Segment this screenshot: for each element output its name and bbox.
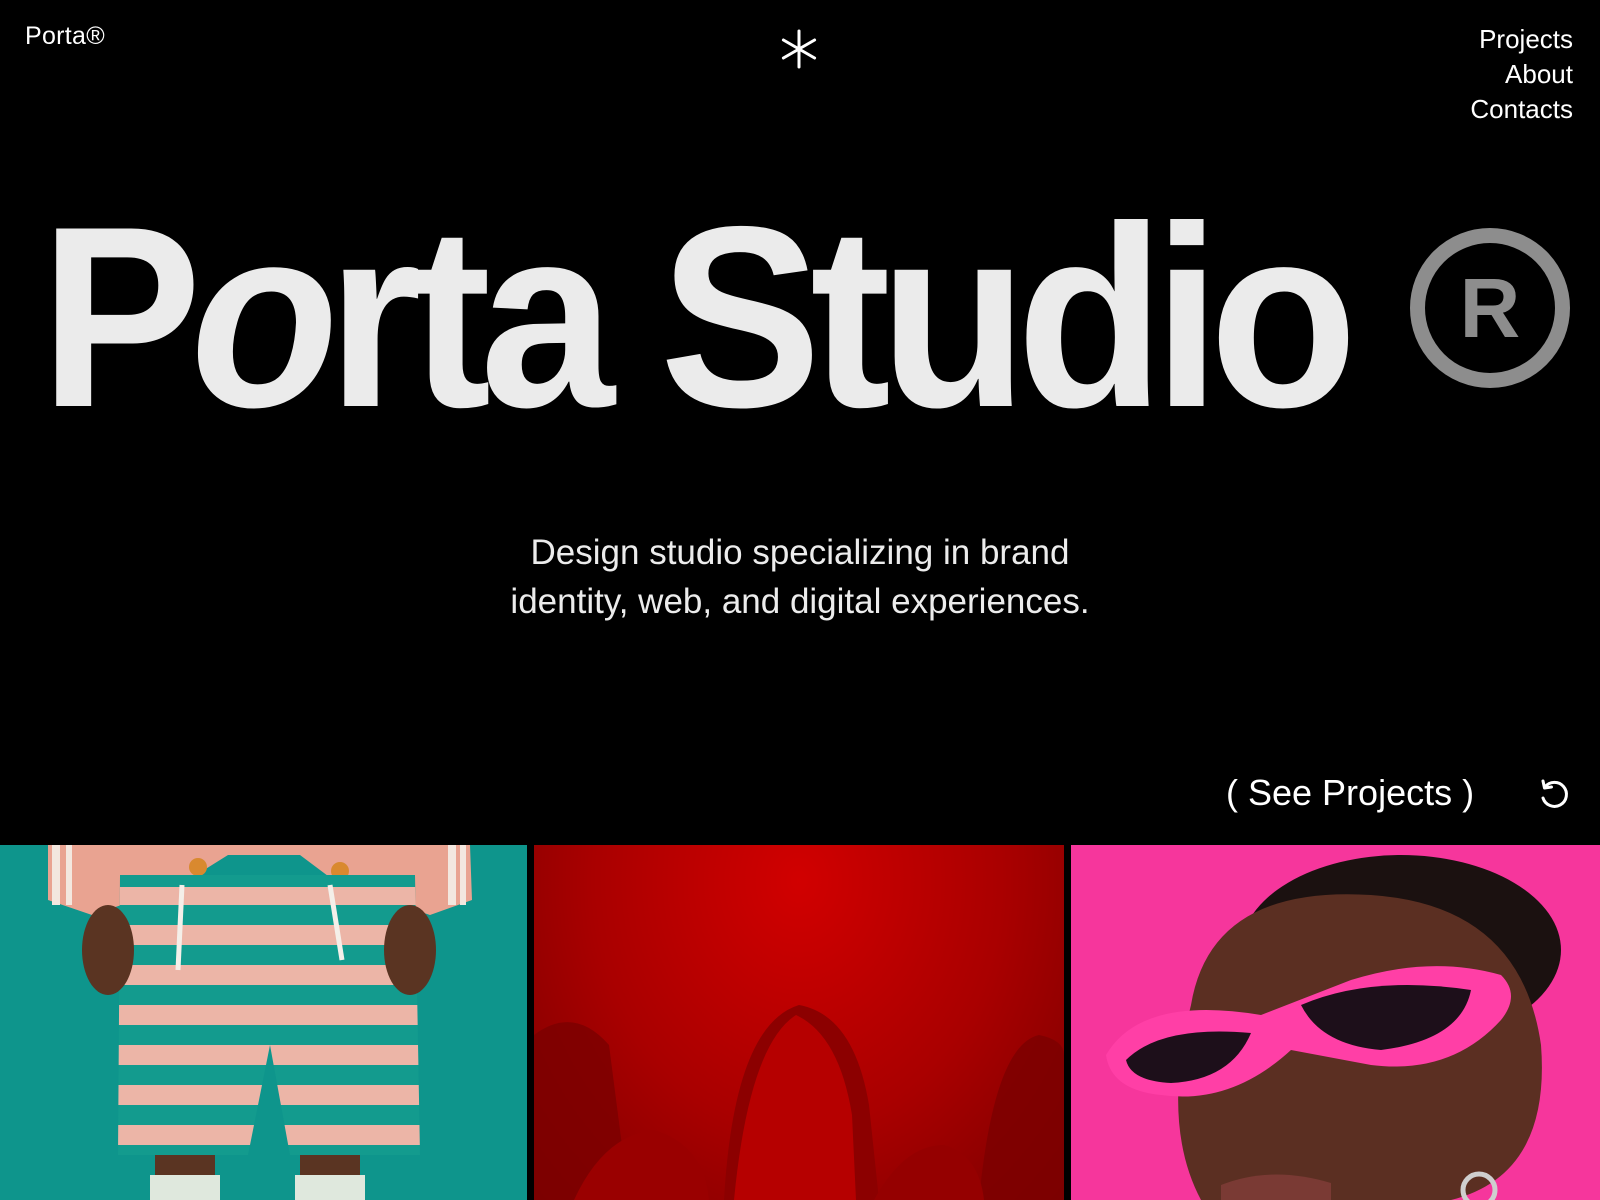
tagline-line-1: Design studio specializing in brand — [530, 533, 1070, 572]
project-gallery — [0, 845, 1600, 1200]
registered-mark-icon: R — [1410, 228, 1570, 388]
striped-shorts-photo — [48, 845, 472, 1200]
nav-about-link[interactable]: About — [1505, 57, 1573, 92]
hero-title-p: P — [40, 172, 202, 461]
home-page: Porta® Projects About Contacts Porta Stu… — [0, 0, 1600, 1200]
nav-contacts-link[interactable]: Contacts — [1470, 92, 1573, 127]
pink-sunglasses-portrait-photo — [1106, 855, 1561, 1200]
tagline-line-2: identity, web, and digital experiences. — [510, 582, 1090, 621]
hero-title-italic-o: o — [190, 172, 338, 461]
brand-logo-text[interactable]: Porta® — [25, 22, 105, 51]
hero-tagline: Design studio specializing in brand iden… — [0, 528, 1600, 626]
refresh-icon[interactable] — [1537, 778, 1571, 812]
main-nav: Projects About Contacts — [1470, 22, 1573, 127]
gallery-tile-pink-portrait[interactable] — [1071, 845, 1600, 1200]
see-projects-link[interactable]: ( See Projects ) — [1226, 772, 1474, 814]
nav-projects-link[interactable]: Projects — [1479, 22, 1573, 57]
red-hooded-figures-photo — [534, 1005, 1064, 1200]
hero-title: Porta Studio — [40, 188, 1358, 446]
gallery-tile-striped-shorts[interactable] — [0, 845, 527, 1200]
gallery-tile-red-figures[interactable] — [534, 845, 1064, 1200]
asterisk-icon[interactable] — [778, 28, 820, 70]
hero-title-rest: rta Studio — [327, 172, 1357, 461]
registered-mark-letter: R — [1459, 260, 1521, 355]
